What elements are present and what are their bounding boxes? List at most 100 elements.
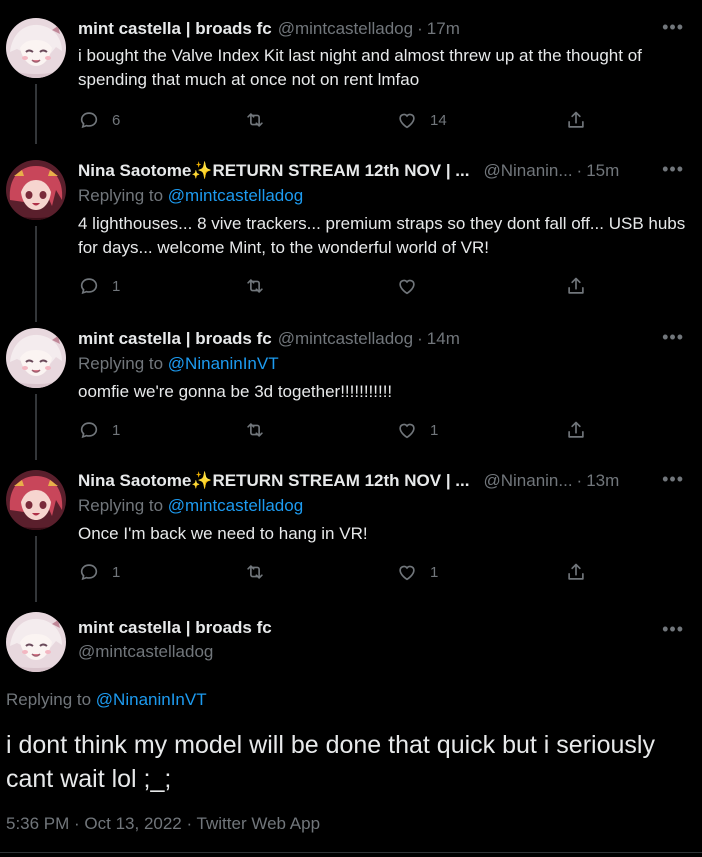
retweet-button[interactable] (244, 418, 266, 442)
timestamp[interactable]: 17m (427, 19, 460, 39)
share-icon (565, 275, 587, 297)
replying-prefix: Replying to (78, 496, 164, 515)
avatar[interactable] (6, 470, 66, 530)
reply-button[interactable]: 1 (78, 274, 120, 298)
more-icon[interactable]: ••• (662, 470, 684, 488)
tweet-text: oomfie we're gonna be 3d together!!!!!!!… (78, 382, 393, 401)
replying-to-link[interactable]: @mintcastelladog (168, 186, 303, 205)
tweet-timestamp-meta[interactable]: 5:36 PM · Oct 13, 2022 · Twitter Web App (6, 814, 320, 834)
tweet-1[interactable]: mint castella | broads fc @mintcastellad… (0, 18, 702, 144)
tweet-text: i bought the Valve Index Kit last night … (78, 46, 642, 89)
replying-to: Replying to @NinaninInVT (78, 354, 279, 374)
replying-prefix: Replying to (6, 690, 92, 709)
display-name[interactable]: Nina Saotome✨RETURN STREAM 12th NOV | ..… (78, 471, 469, 491)
like-button[interactable]: 1 (396, 418, 438, 442)
like-icon (396, 419, 418, 441)
divider (0, 852, 702, 853)
like-button[interactable]: 1 (396, 560, 438, 584)
avatar[interactable] (6, 18, 66, 78)
thread-line (35, 394, 37, 460)
display-name[interactable]: mint castella | broads fc (78, 19, 272, 39)
like-count: 14 (430, 111, 447, 129)
replying-prefix: Replying to (78, 354, 164, 373)
more-icon[interactable]: ••• (662, 620, 684, 638)
action-bar: 1 (78, 274, 598, 298)
separator-dot: · (417, 329, 423, 348)
share-icon (565, 109, 587, 131)
retweet-button[interactable] (244, 108, 266, 132)
more-icon[interactable]: ••• (662, 18, 684, 36)
reply-count: 1 (112, 421, 121, 439)
replying-to: Replying to @mintcastelladog (78, 496, 303, 516)
user-handle[interactable]: @mintcastelladog (278, 329, 413, 349)
retweet-icon (244, 561, 266, 583)
replying-to-link[interactable]: @NinaninInVT (168, 354, 279, 373)
retweet-icon (244, 419, 266, 441)
user-handle[interactable]: @mintcastelladog (278, 19, 413, 39)
user-handle[interactable]: @Ninanin... (483, 471, 572, 491)
more-icon[interactable]: ••• (662, 160, 684, 178)
tweet-text: Once I'm back we need to hang in VR! (78, 524, 368, 543)
like-icon (396, 561, 418, 583)
like-count: 1 (430, 563, 439, 581)
main-avatar[interactable] (6, 612, 66, 672)
reply-count: 1 (112, 277, 121, 295)
share-button[interactable] (565, 108, 587, 132)
reply-button[interactable]: 1 (78, 418, 120, 442)
like-icon (396, 275, 418, 297)
retweet-icon (244, 275, 266, 297)
thread-line (35, 84, 37, 144)
retweet-button[interactable] (244, 274, 266, 298)
thread-line (35, 226, 37, 322)
replying-prefix: Replying to (78, 186, 164, 205)
more-icon[interactable]: ••• (662, 328, 684, 346)
replying-to-link[interactable]: @mintcastelladog (168, 496, 303, 515)
main-tweet-text: i dont think my model will be done that … (6, 731, 655, 793)
timestamp[interactable]: 15m (586, 161, 619, 181)
tweet-header: Nina Saotome✨RETURN STREAM 12th NOV | ..… (78, 470, 619, 492)
tweet-2[interactable]: Nina Saotome✨RETURN STREAM 12th NOV | ..… (0, 160, 702, 322)
like-count: 1 (430, 421, 439, 439)
replying-to: Replying to @mintcastelladog (78, 186, 303, 206)
reply-count: 6 (112, 111, 121, 129)
reply-icon (78, 109, 100, 131)
timestamp[interactable]: 13m (586, 471, 619, 491)
share-icon (565, 561, 587, 583)
retweet-icon (244, 109, 266, 131)
separator-dot: · (417, 19, 423, 38)
separator-dot: · (576, 471, 583, 490)
share-button[interactable] (565, 560, 587, 584)
share-button[interactable] (565, 418, 587, 442)
tweet-header: mint castella | broads fc @mintcastellad… (78, 18, 460, 40)
share-button[interactable] (565, 274, 587, 298)
like-button[interactable]: 14 (396, 108, 447, 132)
display-name[interactable]: Nina Saotome✨RETURN STREAM 12th NOV | ..… (78, 161, 469, 181)
timestamp[interactable]: 14m (427, 329, 460, 349)
thread-line (35, 536, 37, 602)
reply-icon (78, 561, 100, 583)
display-name[interactable]: mint castella | broads fc (78, 329, 272, 349)
reply-icon (78, 419, 100, 441)
tweet-header: Nina Saotome✨RETURN STREAM 12th NOV | ..… (78, 160, 619, 182)
tweet-text: 4 lighthouses... 8 vive trackers... prem… (78, 214, 686, 257)
reply-button[interactable]: 1 (78, 560, 120, 584)
retweet-button[interactable] (244, 560, 266, 584)
separator-dot: · (576, 161, 583, 180)
share-icon (565, 419, 587, 441)
reply-count: 1 (112, 563, 121, 581)
replying-to-link[interactable]: @NinaninInVT (96, 690, 207, 709)
action-bar: 1 1 (78, 418, 598, 442)
main-user-handle[interactable]: @mintcastelladog (78, 642, 213, 662)
main-display-name[interactable]: mint castella | broads fc (78, 618, 272, 638)
main-replying-to: Replying to @NinaninInVT (6, 690, 207, 710)
action-bar: 6 14 (78, 108, 598, 132)
tweet-4[interactable]: Nina Saotome✨RETURN STREAM 12th NOV | ..… (0, 470, 702, 602)
like-button[interactable] (396, 274, 418, 298)
avatar[interactable] (6, 160, 66, 220)
user-handle[interactable]: @Ninanin... (483, 161, 572, 181)
avatar[interactable] (6, 328, 66, 388)
action-bar: 1 1 (78, 560, 598, 584)
tweet-3[interactable]: mint castella | broads fc @mintcastellad… (0, 328, 702, 460)
reply-button[interactable]: 6 (78, 108, 120, 132)
tweet-header: mint castella | broads fc @mintcastellad… (78, 328, 460, 350)
